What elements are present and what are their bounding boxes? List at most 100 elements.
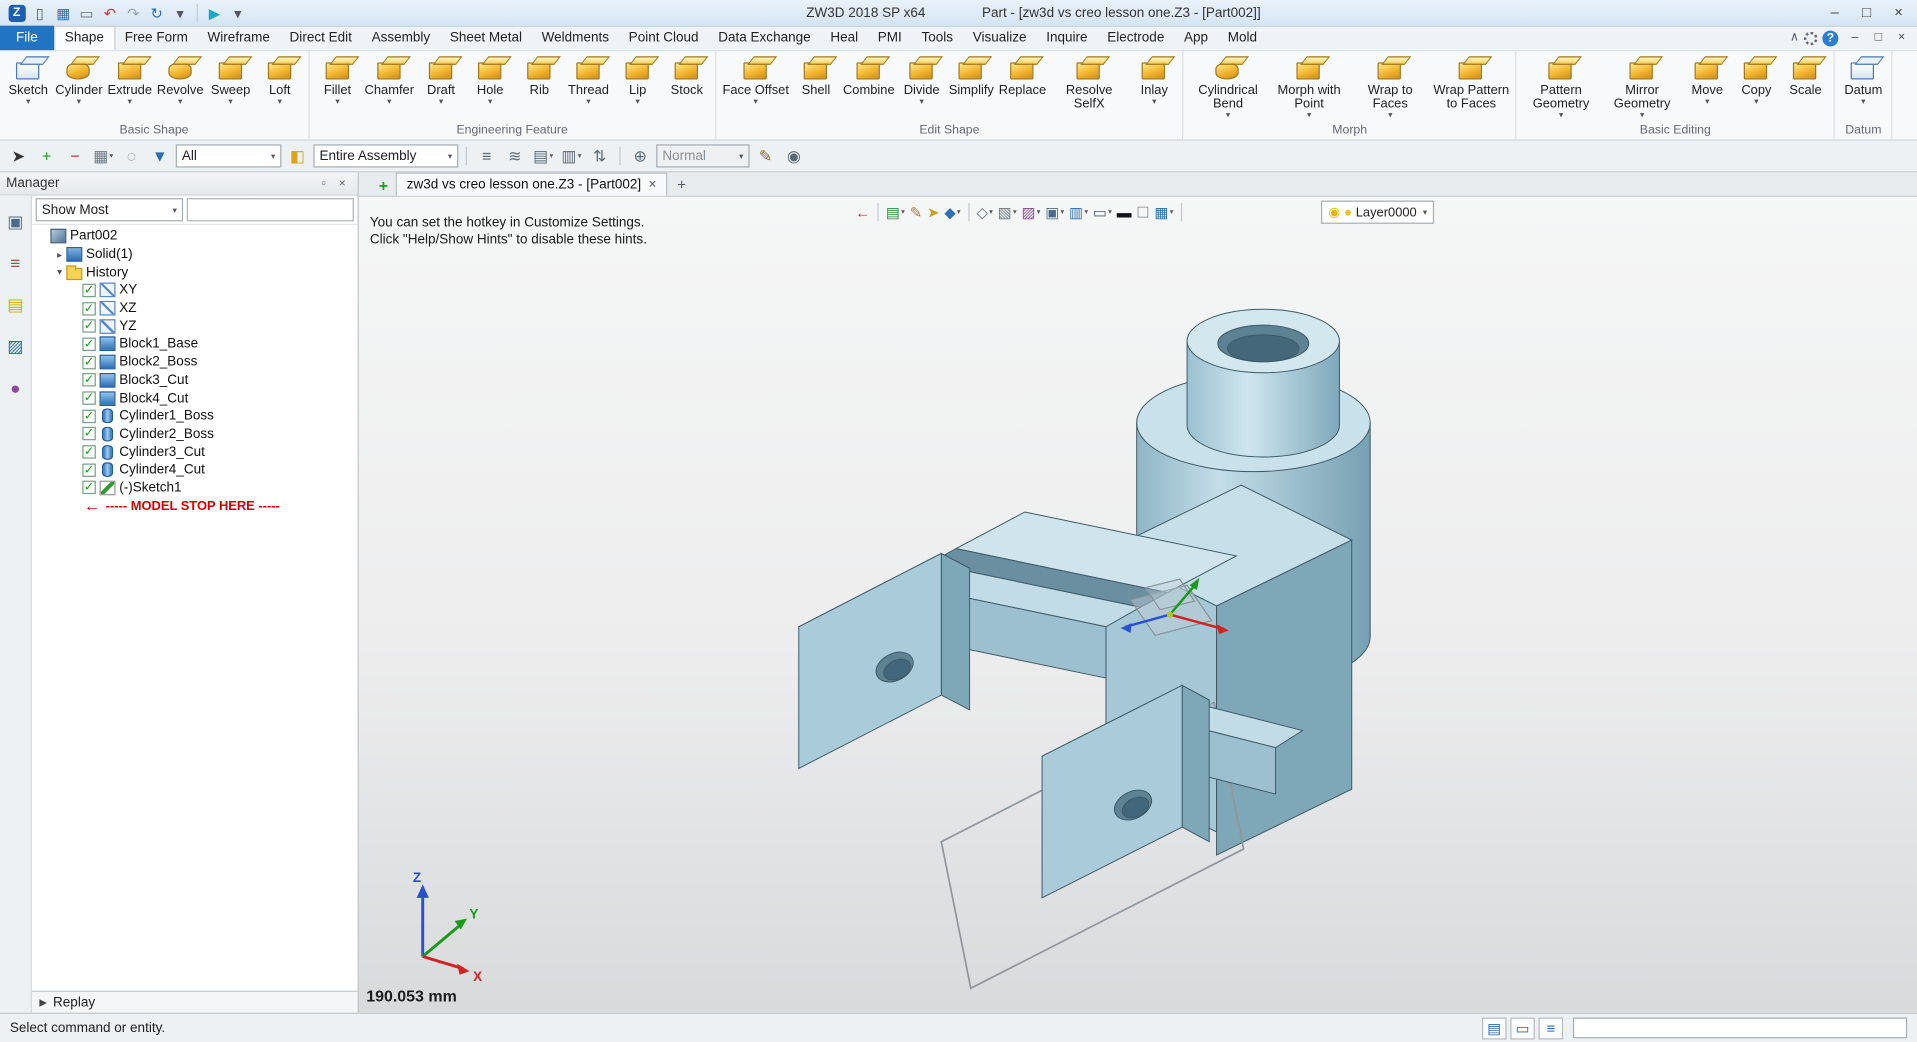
ribbon-button-fillet[interactable]: Fillet▾ <box>313 53 362 108</box>
scope-select[interactable]: Entire Assembly▾ <box>313 144 458 167</box>
expand-icon[interactable]: ▸ <box>53 249 67 260</box>
ribbon-button-move[interactable]: Move▾ <box>1683 53 1732 108</box>
menu-electrode[interactable]: Electrode <box>1097 26 1174 50</box>
manager-search-input[interactable] <box>187 198 354 221</box>
trace-pencil-icon[interactable]: ✎ <box>753 144 778 168</box>
ribbon-button-face-offset[interactable]: Face Offset▾ <box>720 53 791 108</box>
dropdown-caret-icon[interactable]: ▾ <box>1754 98 1758 108</box>
dropdown-caret-icon[interactable]: ▾ <box>387 98 391 108</box>
view-cube-icon[interactable]: ▧▾ <box>997 201 1018 224</box>
ribbon-button-combine[interactable]: Combine▾ <box>841 53 898 108</box>
checkbox-checked-icon[interactable]: ✓ <box>82 338 96 351</box>
tree-item-part002[interactable]: Part002 <box>32 227 358 245</box>
minimize-button[interactable]: – <box>1819 2 1851 24</box>
dropdown-caret-icon[interactable]: ▾ <box>1226 111 1230 121</box>
ribbon-button-sweep[interactable]: Sweep▾ <box>206 53 255 108</box>
play-caret-icon[interactable]: ▾ <box>227 2 248 23</box>
tree-item-yz[interactable]: ✓YZ <box>32 317 358 335</box>
ribbon-button-draft[interactable]: Draft▾ <box>416 53 465 108</box>
ribbon-button-copy[interactable]: Copy▾ <box>1732 53 1781 108</box>
library-icon[interactable]: ▤ <box>4 294 26 316</box>
menu-heal[interactable]: Heal <box>820 26 867 50</box>
menu-sheet-metal[interactable]: Sheet Metal <box>440 26 532 50</box>
annotate-icon[interactable]: ✎ <box>909 201 924 224</box>
dropdown-caret-icon[interactable]: ▾ <box>1559 111 1563 121</box>
new-file-icon[interactable]: ▯ <box>29 2 50 23</box>
ribbon-button-extrude[interactable]: Extrude▾ <box>105 53 154 108</box>
checkbox-checked-icon[interactable]: ✓ <box>82 481 96 494</box>
undo-icon[interactable]: ↶ <box>100 2 121 23</box>
play-icon[interactable]: ▶ <box>204 2 225 23</box>
dropdown-caret-icon[interactable]: ▾ <box>1307 111 1311 121</box>
lower-plate-side[interactable] <box>1182 685 1209 841</box>
menu-tools[interactable]: Tools <box>912 26 963 50</box>
menu-point-cloud[interactable]: Point Cloud <box>619 26 709 50</box>
remove-selection-icon[interactable]: − <box>63 144 88 168</box>
dropdown-caret-icon[interactable]: ▾ <box>635 98 639 108</box>
maximize-button[interactable]: □ <box>1867 28 1890 48</box>
tree-item-block4-cut[interactable]: ✓Block4_Cut <box>32 389 358 407</box>
pick-chain-icon[interactable]: ≋ <box>503 144 528 168</box>
add-selection-icon[interactable]: + <box>34 144 59 168</box>
tree-item-xy[interactable]: ✓XY <box>32 281 358 299</box>
dropdown-caret-icon[interactable]: ▾ <box>1388 111 1392 121</box>
entity-filter-select[interactable]: All▾ <box>176 144 282 167</box>
tree-item-cylinder3-cut[interactable]: ✓Cylinder3_Cut <box>32 443 358 461</box>
ribbon-button-resolve-selfx[interactable]: Resolve SelfX▾ <box>1049 53 1130 121</box>
checkbox-checked-icon[interactable]: ✓ <box>82 445 96 458</box>
ribbon-button-revolve[interactable]: Revolve▾ <box>154 53 206 108</box>
document-tab[interactable]: zw3d vs creo lesson one.Z3 - [Part002] × <box>396 172 668 195</box>
ribbon-button-lip[interactable]: Lip▾ <box>613 53 662 108</box>
ribbon-button-chamfer[interactable]: Chamfer▾ <box>362 53 416 108</box>
menu-app[interactable]: App <box>1174 26 1218 50</box>
dropdown-caret-icon[interactable]: ▾ <box>228 98 232 108</box>
tree-filter-select[interactable]: Show Most ▾ <box>36 198 183 221</box>
layer-display-icon[interactable]: ▦▾ <box>1153 201 1174 224</box>
tab-close-icon[interactable]: × <box>649 177 657 192</box>
section-view-icon[interactable]: ▥▾ <box>1068 201 1089 224</box>
menu-free-form[interactable]: Free Form <box>115 26 198 50</box>
redo-icon[interactable]: ↷ <box>123 2 144 23</box>
dropdown-caret-icon[interactable]: ▾ <box>1152 98 1156 108</box>
menu-wireframe[interactable]: Wireframe <box>198 26 280 50</box>
dropdown-caret-icon[interactable]: ▾ <box>1423 207 1427 217</box>
image-viewer-icon[interactable]: ▨ <box>4 335 26 357</box>
dropdown-caret-icon[interactable]: ▾ <box>439 98 443 108</box>
boss-hole-bore[interactable] <box>1228 335 1299 362</box>
render-mode-icon[interactable]: ▨▾ <box>1020 201 1041 224</box>
ribbon-button-datum[interactable]: Datum▾ <box>1839 53 1888 108</box>
ribbon-button-pattern-geometry[interactable]: Pattern Geometry▾ <box>1520 53 1601 121</box>
save-icon[interactable]: ▦ <box>53 2 74 23</box>
ribbon-button-replace[interactable]: Replace▾ <box>996 53 1048 108</box>
selection-settings-icon[interactable]: ◉ <box>782 144 807 168</box>
checkbox-checked-icon[interactable]: ✓ <box>82 409 96 422</box>
part-model[interactable] <box>799 309 1370 988</box>
pick-window-icon[interactable]: ▦▾ <box>91 144 116 168</box>
menu-assembly[interactable]: Assembly <box>362 26 440 50</box>
ribbon-button-wrap-pattern-to-faces[interactable]: Wrap Pattern to Faces▾ <box>1431 53 1512 121</box>
refresh-icon[interactable]: ↻ <box>146 2 167 23</box>
menu-direct-edit[interactable]: Direct Edit <box>280 26 362 50</box>
pick-arrow-icon[interactable]: ➤ <box>6 144 31 168</box>
snap-target-icon[interactable]: ⊕ <box>628 144 653 168</box>
status-input[interactable] <box>1573 1018 1907 1039</box>
dropdown-caret-icon[interactable]: ▾ <box>754 98 758 108</box>
customize-caret-icon[interactable]: ▾ <box>170 2 191 23</box>
checkbox-checked-icon[interactable]: ✓ <box>82 284 96 297</box>
assembly-tree-icon[interactable]: ≡ <box>4 252 26 274</box>
layer-selector[interactable]: ◉ ● Layer0000 ▾ <box>1321 201 1435 224</box>
background-color-icon[interactable]: ▬ <box>1116 201 1133 224</box>
checkbox-checked-icon[interactable]: ✓ <box>82 463 96 476</box>
menu-inquire[interactable]: Inquire <box>1036 26 1097 50</box>
tree-item-xz[interactable]: ✓XZ <box>32 299 358 317</box>
tree-item-model-stop-here[interactable]: ←----- MODEL STOP HERE ----- <box>32 497 358 515</box>
ribbon-button-scale[interactable]: Scale▾ <box>1781 53 1830 108</box>
view-standard-icon[interactable]: ▤▾ <box>885 201 906 224</box>
menu-file[interactable]: File <box>0 26 54 50</box>
model-3d-view[interactable]: Z Y X <box>359 197 1917 1013</box>
layer-visibility-icon[interactable]: ◉ <box>1328 204 1340 220</box>
pick-lasso-icon[interactable]: ◌ <box>119 144 144 168</box>
minimize-button[interactable]: – <box>1843 28 1866 48</box>
dropdown-caret-icon[interactable]: ▾ <box>77 98 81 108</box>
tree-item-solid-1[interactable]: ▸Solid(1) <box>32 245 358 263</box>
